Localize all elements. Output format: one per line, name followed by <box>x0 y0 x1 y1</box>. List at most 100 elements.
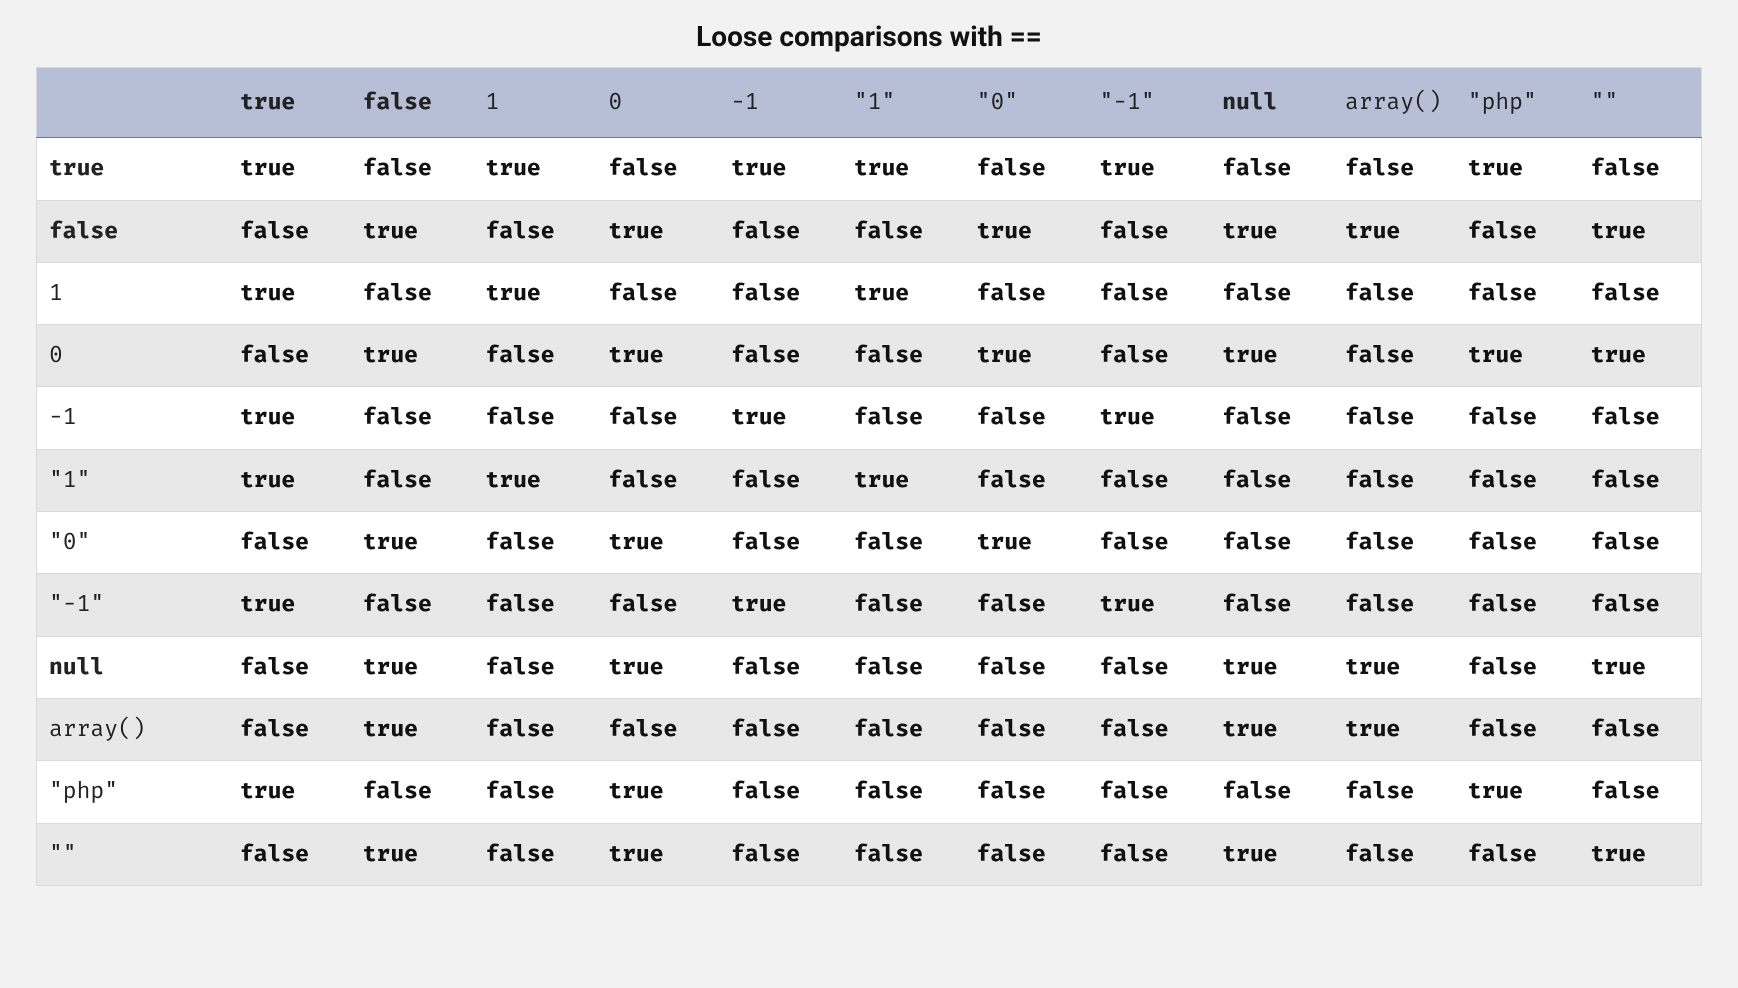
row-header: "-1" <box>37 574 228 636</box>
cell: false <box>1087 200 1210 262</box>
table-head-row: truefalse10-1"1""0""-1"nullarray()"php""… <box>37 68 1702 138</box>
cell: false <box>228 325 351 387</box>
cell: false <box>1333 823 1456 885</box>
cell: false <box>596 138 719 200</box>
cell: true <box>965 325 1088 387</box>
row-header: array() <box>37 698 228 760</box>
cell: false <box>1579 698 1702 760</box>
cell: false <box>351 574 474 636</box>
cell: true <box>1087 138 1210 200</box>
cell: false <box>1579 574 1702 636</box>
cell: false <box>719 761 842 823</box>
cell: false <box>842 698 965 760</box>
cell: false <box>1456 698 1579 760</box>
cell: false <box>474 325 597 387</box>
cell: false <box>842 574 965 636</box>
cell: false <box>1579 387 1702 449</box>
row-header: 1 <box>37 262 228 324</box>
table-caption: Loose comparisons with == <box>36 20 1702 53</box>
corner-cell <box>37 68 228 138</box>
table-row: 1truefalsetruefalsefalsetruefalsefalsefa… <box>37 262 1702 324</box>
row-header: "0" <box>37 512 228 574</box>
cell: true <box>228 138 351 200</box>
table-row: "-1"truefalsefalsefalsetruefalsefalsetru… <box>37 574 1702 636</box>
cell: true <box>1579 636 1702 698</box>
cell: true <box>719 138 842 200</box>
cell: true <box>1087 574 1210 636</box>
cell: false <box>1333 262 1456 324</box>
cell: true <box>1579 823 1702 885</box>
cell: true <box>842 262 965 324</box>
cell: false <box>842 325 965 387</box>
cell: true <box>842 449 965 511</box>
table-body: truetruefalsetruefalsetruetruefalsetruef… <box>37 138 1702 886</box>
cell: false <box>1333 325 1456 387</box>
cell: false <box>842 761 965 823</box>
table-row: ""falsetruefalsetruefalsefalsefalsefalse… <box>37 823 1702 885</box>
cell: false <box>1333 138 1456 200</box>
cell: false <box>719 636 842 698</box>
cell: false <box>1333 449 1456 511</box>
cell: true <box>596 823 719 885</box>
cell: false <box>596 387 719 449</box>
comparison-table: truefalse10-1"1""0""-1"nullarray()"php""… <box>36 67 1702 886</box>
cell: false <box>1456 449 1579 511</box>
cell: true <box>1210 698 1333 760</box>
cell: false <box>965 449 1088 511</box>
cell: false <box>1579 262 1702 324</box>
col-header: "0" <box>965 68 1088 138</box>
cell: true <box>351 823 474 885</box>
cell: true <box>596 200 719 262</box>
cell: false <box>1087 636 1210 698</box>
table-row: "0"falsetruefalsetruefalsefalsetruefalse… <box>37 512 1702 574</box>
cell: false <box>1579 449 1702 511</box>
cell: true <box>1456 761 1579 823</box>
cell: false <box>1579 512 1702 574</box>
cell: false <box>1456 636 1579 698</box>
table-row: falsefalsetruefalsetruefalsefalsetruefal… <box>37 200 1702 262</box>
cell: false <box>1087 698 1210 760</box>
cell: false <box>842 636 965 698</box>
cell: true <box>228 262 351 324</box>
table-row: "php"truefalsefalsetruefalsefalsefalsefa… <box>37 761 1702 823</box>
cell: false <box>596 574 719 636</box>
row-header: "php" <box>37 761 228 823</box>
cell: false <box>1210 761 1333 823</box>
cell: true <box>1210 200 1333 262</box>
cell: false <box>351 138 474 200</box>
cell: false <box>351 387 474 449</box>
col-header: 0 <box>596 68 719 138</box>
cell: false <box>1333 574 1456 636</box>
row-header: "1" <box>37 449 228 511</box>
cell: false <box>228 512 351 574</box>
cell: false <box>1456 574 1579 636</box>
cell: true <box>842 138 965 200</box>
cell: true <box>1456 138 1579 200</box>
cell: true <box>228 449 351 511</box>
cell: false <box>1087 512 1210 574</box>
cell: false <box>228 636 351 698</box>
cell: false <box>1210 574 1333 636</box>
col-header: 1 <box>474 68 597 138</box>
cell: false <box>1456 262 1579 324</box>
cell: false <box>965 574 1088 636</box>
cell: false <box>719 698 842 760</box>
cell: false <box>842 200 965 262</box>
cell: false <box>1087 449 1210 511</box>
cell: false <box>351 761 474 823</box>
cell: true <box>1333 200 1456 262</box>
cell: false <box>596 262 719 324</box>
row-header: "" <box>37 823 228 885</box>
col-header: "php" <box>1456 68 1579 138</box>
cell: true <box>1333 636 1456 698</box>
cell: true <box>351 636 474 698</box>
row-header: true <box>37 138 228 200</box>
row-header: 0 <box>37 325 228 387</box>
cell: true <box>1579 325 1702 387</box>
cell: false <box>965 387 1088 449</box>
cell: false <box>1087 262 1210 324</box>
cell: false <box>719 262 842 324</box>
cell: false <box>842 823 965 885</box>
table-row: array()falsetruefalsefalsefalsefalsefals… <box>37 698 1702 760</box>
cell: false <box>228 698 351 760</box>
